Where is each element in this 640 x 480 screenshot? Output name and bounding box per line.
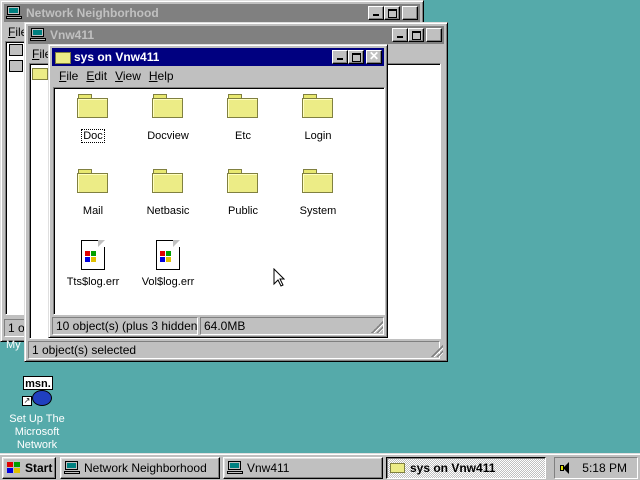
folder-icon — [152, 94, 184, 118]
network-neighborhood-icon — [64, 461, 80, 475]
item-label: Etc — [235, 130, 251, 142]
computer-icon[interactable] — [9, 44, 23, 56]
vnw411-title: Vnw411 — [50, 28, 95, 42]
network-neighborhood-titlebar[interactable]: Network Neighborhood ✕ — [4, 4, 420, 22]
sys-title: sys on Vnw411 — [74, 50, 160, 64]
volume-icon[interactable] — [559, 461, 573, 475]
maximize-button[interactable] — [384, 6, 400, 20]
item-label: Doc — [81, 129, 105, 143]
maximize-button[interactable] — [348, 50, 364, 64]
folder-icon — [227, 94, 259, 118]
document-icon — [156, 240, 180, 270]
taskbar-button-network-neighborhood[interactable]: Network Neighborhood — [60, 457, 220, 479]
msn-logo-icon: msn. ↗ — [22, 376, 54, 408]
desktop: { "desktop": { "partial_label": "My", "m… — [0, 0, 640, 480]
document-icon — [81, 240, 105, 270]
item-label: Login — [304, 130, 332, 142]
item-label: System — [299, 205, 337, 217]
sys-window[interactable]: sys on Vnw411 ✕ File Edit View Help Doc … — [48, 44, 388, 338]
minimize-button[interactable] — [392, 28, 408, 42]
folder-icon — [302, 169, 334, 193]
taskbar-button-label: sys on Vnw411 — [410, 461, 496, 475]
sys-menubar: File Edit View Help — [55, 67, 384, 85]
taskbar-button-label: Network Neighborhood — [84, 461, 207, 475]
item-label: Docview — [147, 130, 189, 142]
folder-icon — [227, 169, 259, 193]
msn-setup-desktop-icon[interactable]: msn. ↗ Set Up The Microsoft Network — [4, 376, 70, 452]
status-object-count: 10 object(s) (plus 3 hidden) — [52, 317, 198, 335]
close-button[interactable]: ✕ — [402, 5, 418, 20]
item-label: Mail — [82, 205, 104, 217]
folder-icon[interactable] — [32, 68, 48, 80]
item-label: Tts$log.err — [66, 276, 120, 288]
mouse-cursor-icon — [273, 268, 285, 287]
vnw411-titlebar[interactable]: Vnw411 ✕ — [28, 26, 444, 44]
msn-setup-label: Set Up The Microsoft Network — [9, 413, 65, 451]
close-button[interactable]: ✕ — [366, 49, 382, 64]
folder-icon — [302, 94, 334, 118]
status-size: 64.0MB — [200, 317, 384, 335]
system-tray: 5:18 PM — [554, 457, 638, 479]
resize-grip[interactable] — [431, 345, 443, 357]
item-label: Netbasic — [146, 205, 190, 217]
windows-logo-icon — [6, 461, 22, 475]
close-button[interactable]: ✕ — [426, 27, 442, 42]
clock[interactable]: 5:18 PM — [582, 461, 627, 475]
taskbar: Start Network Neighborhood Vnw411 sys on… — [0, 453, 640, 480]
computer-icon — [30, 28, 46, 42]
menu-view[interactable]: View — [111, 69, 145, 83]
my-computer-label-partial: My — [6, 339, 21, 351]
menu-file[interactable]: File — [55, 69, 82, 83]
sys-titlebar[interactable]: sys on Vnw411 ✕ — [52, 48, 384, 66]
taskbar-button-label: Vnw411 — [247, 461, 290, 475]
minimize-button[interactable] — [332, 50, 348, 64]
taskbar-button-sys-on-vnw411[interactable]: sys on Vnw411 — [386, 457, 546, 479]
resize-grip[interactable] — [371, 321, 383, 333]
folder-icon — [390, 462, 406, 474]
minimize-button[interactable] — [368, 6, 384, 20]
menu-help[interactable]: Help — [145, 69, 178, 83]
menu-edit[interactable]: Edit — [82, 69, 111, 83]
network-neighborhood-icon — [6, 6, 22, 20]
start-button[interactable]: Start — [2, 457, 56, 479]
sys-content: Doc Docview Etc Login Mail Netbasic Publ… — [53, 87, 385, 315]
folder-icon — [54, 50, 71, 64]
status-text: 1 object(s) selected — [28, 341, 440, 359]
item-label: Public — [228, 205, 258, 217]
maximize-button[interactable] — [408, 28, 424, 42]
computer-icon — [227, 461, 243, 475]
network-neighborhood-title: Network Neighborhood — [26, 6, 159, 20]
folder-icon — [77, 94, 109, 118]
folder-icon — [77, 169, 109, 193]
taskbar-button-vnw411[interactable]: Vnw411 — [223, 457, 383, 479]
folder-icon — [152, 169, 184, 193]
item-label: Vol$log.err — [141, 276, 195, 288]
computer-icon[interactable] — [9, 60, 23, 72]
start-label: Start — [25, 461, 53, 475]
msn-logo-text: msn. — [23, 376, 53, 390]
